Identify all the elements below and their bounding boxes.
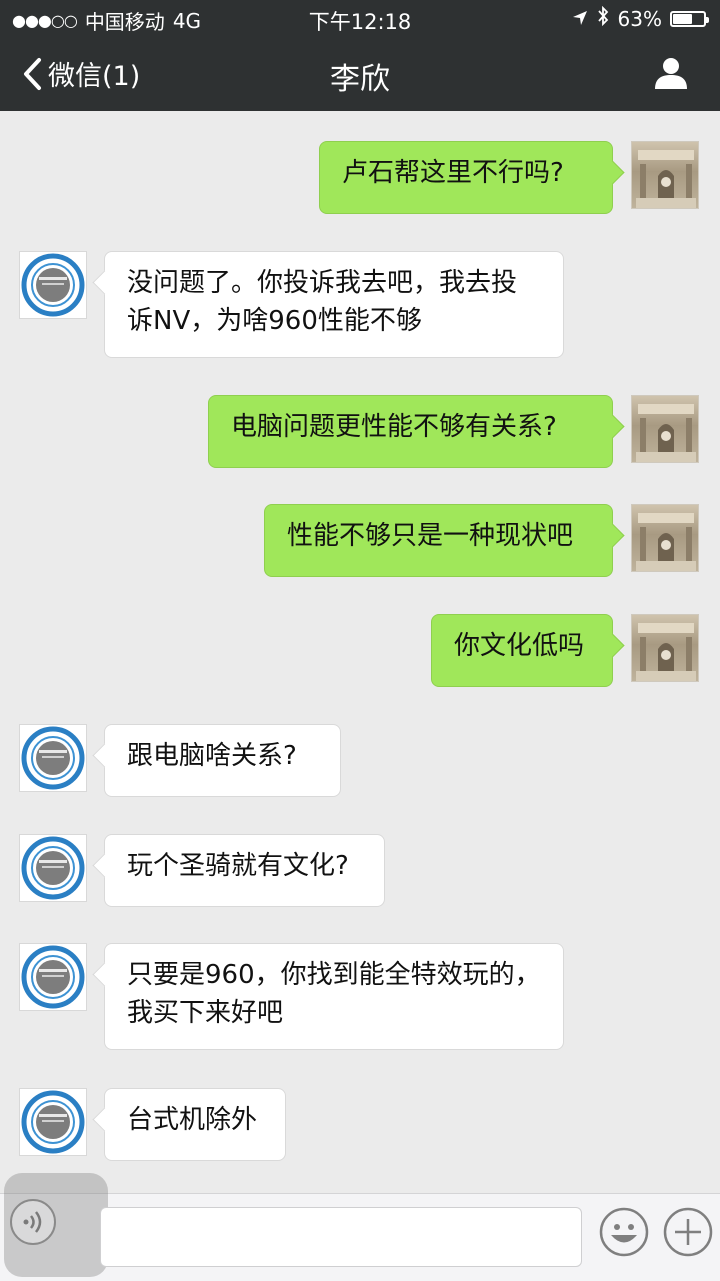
message-text: 玩个圣骑就有文化? bbox=[127, 851, 349, 881]
message-text: 性能不够只是一种现状吧 bbox=[287, 521, 574, 551]
message-text: 只要是960，你找到能全特效玩的，我买下来好吧 bbox=[127, 960, 541, 1028]
emoji-button[interactable] bbox=[598, 1206, 650, 1262]
university-logo-icon bbox=[21, 945, 85, 1009]
my-avatar[interactable] bbox=[631, 141, 699, 209]
location-icon bbox=[572, 7, 588, 31]
battery-level bbox=[673, 13, 692, 24]
fountain-photo-icon bbox=[636, 150, 696, 208]
university-logo-icon bbox=[21, 253, 85, 317]
message-bubble[interactable]: 台式机除外 bbox=[104, 1088, 286, 1161]
message-text: 你文化低吗 bbox=[454, 631, 585, 661]
university-logo-icon bbox=[21, 1090, 85, 1154]
bluetooth-icon bbox=[596, 5, 610, 31]
message-bubble[interactable]: 玩个圣骑就有文化? bbox=[104, 834, 385, 907]
input-bar bbox=[0, 1173, 720, 1281]
emoji-icon bbox=[599, 1207, 649, 1257]
message-bubble[interactable]: 你文化低吗 bbox=[431, 614, 613, 687]
voice-button[interactable] bbox=[4, 1173, 108, 1277]
friend-avatar[interactable] bbox=[19, 1088, 87, 1156]
message-bubble[interactable]: 电脑问题更性能不够有关系? bbox=[208, 395, 613, 468]
message-text: 卢石帮这里不行吗? bbox=[342, 158, 564, 188]
my-avatar[interactable] bbox=[631, 395, 699, 463]
plus-icon bbox=[663, 1207, 713, 1257]
chat-title: 李欣 bbox=[330, 62, 390, 97]
more-button[interactable] bbox=[662, 1206, 714, 1262]
message-text: 没问题了。你投诉我去吧，我去投诉NV，为啥960性能不够 bbox=[127, 268, 518, 336]
status-bar: ●●●○○ 中国移动 4G 下午12:18 63% bbox=[0, 0, 720, 36]
message-bubble[interactable]: 没问题了。你投诉我去吧，我去投诉NV，为啥960性能不够 bbox=[104, 251, 564, 358]
my-avatar[interactable] bbox=[631, 614, 699, 682]
friend-avatar[interactable] bbox=[19, 251, 87, 319]
voice-icon bbox=[10, 1199, 56, 1245]
friend-avatar[interactable] bbox=[19, 943, 87, 1011]
message-bubble[interactable]: 跟电脑啥关系? bbox=[104, 724, 341, 797]
university-logo-icon bbox=[21, 726, 85, 790]
message-bubble[interactable]: 只要是960，你找到能全特效玩的，我买下来好吧 bbox=[104, 943, 564, 1050]
friend-avatar[interactable] bbox=[19, 834, 87, 902]
university-logo-icon bbox=[21, 836, 85, 900]
fountain-photo-icon bbox=[636, 623, 696, 681]
message-text: 台式机除外 bbox=[127, 1105, 258, 1135]
battery-icon bbox=[670, 10, 709, 27]
message-bubble[interactable]: 性能不够只是一种现状吧 bbox=[264, 504, 613, 577]
fountain-photo-icon bbox=[636, 513, 696, 571]
battery-percent: 63% bbox=[617, 6, 662, 31]
message-bubble[interactable]: 卢石帮这里不行吗? bbox=[319, 141, 613, 214]
message-input[interactable] bbox=[100, 1207, 582, 1267]
fountain-photo-icon bbox=[636, 404, 696, 462]
message-text: 电脑问题更性能不够有关系? bbox=[231, 412, 557, 442]
person-icon bbox=[655, 58, 687, 89]
message-text: 跟电脑啥关系? bbox=[127, 741, 297, 771]
nav-bar: 微信(1) 李欣 bbox=[0, 36, 720, 111]
friend-avatar[interactable] bbox=[19, 724, 87, 792]
contact-info-button[interactable] bbox=[654, 56, 688, 94]
my-avatar[interactable] bbox=[631, 504, 699, 572]
